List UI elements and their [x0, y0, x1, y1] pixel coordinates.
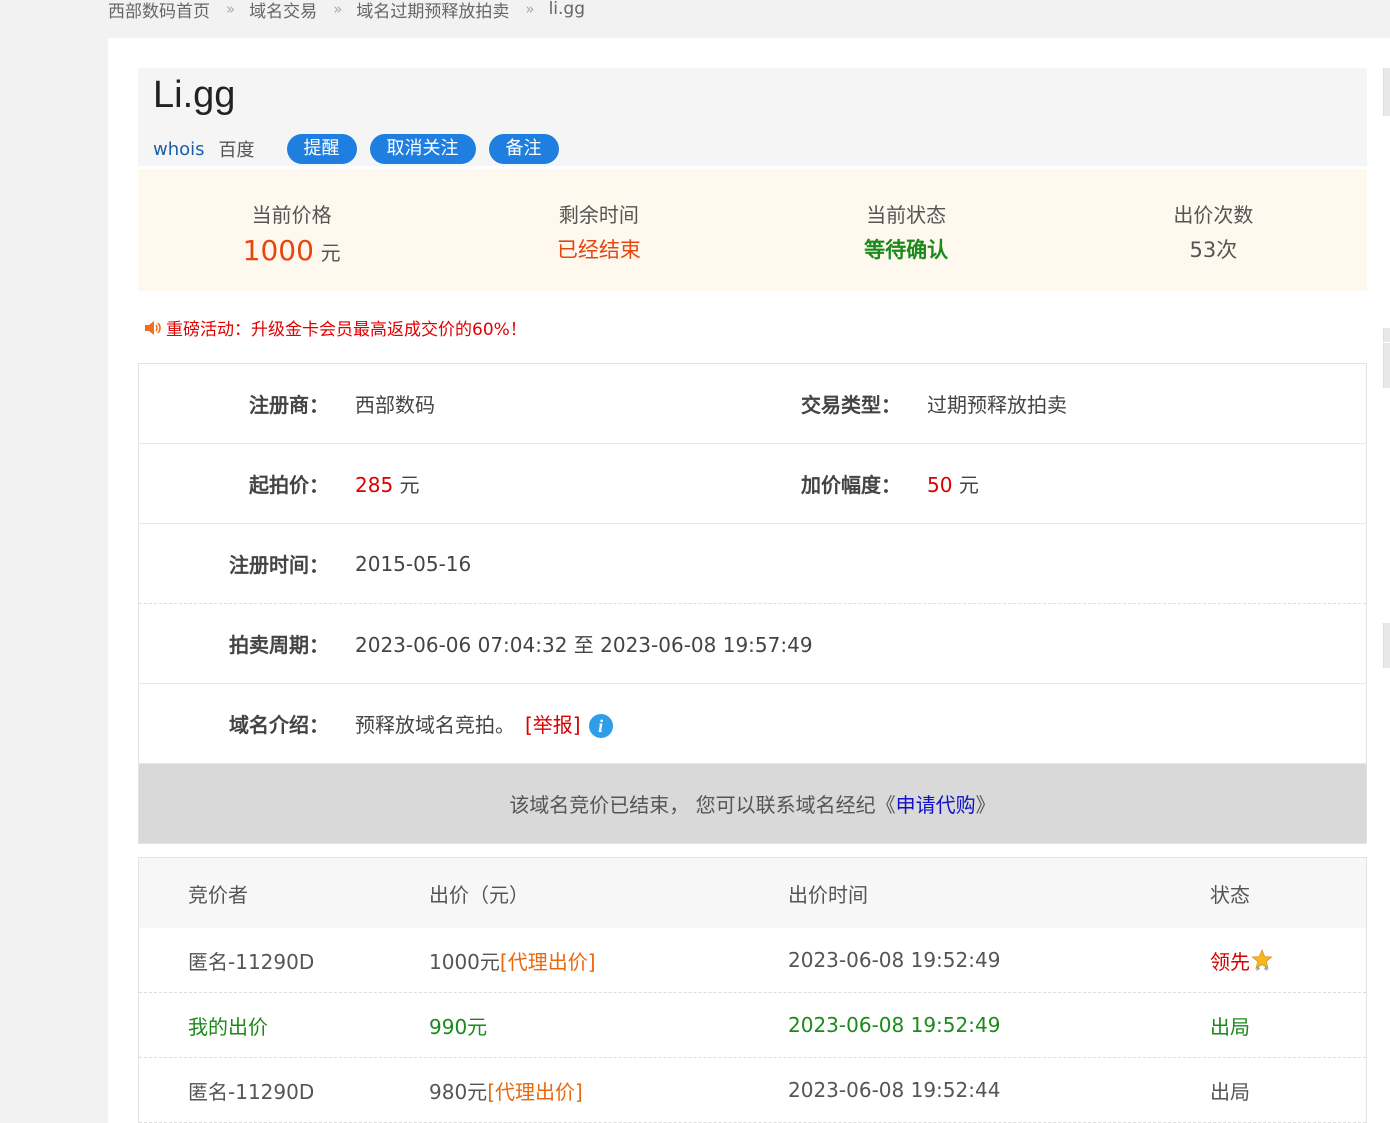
main-panel: Li.gg whois 百度 提醒 取消关注 备注 当前价格 1000 元 剩余…: [108, 38, 1390, 1123]
remaining-time-value: 已经结束: [556, 238, 641, 262]
time-cell: 2023-06-08 19:52:44: [788, 1078, 1001, 1102]
increment-label: 加价幅度：: [801, 473, 901, 497]
amount-cell: 980元: [429, 1079, 488, 1104]
amount-cell: 990元: [429, 1014, 488, 1039]
table-row: 匿名-11290D 980元[代理出价] 2023-06-08 19:52:44…: [139, 1058, 1366, 1123]
remind-button[interactable]: 提醒: [286, 134, 357, 164]
remaining-time-label: 剩余时间: [558, 203, 639, 227]
table-row: 我的出价 990元 2023-06-08 19:52:49 出局: [139, 993, 1366, 1058]
domain-intro-value: 预释放域名竞拍。: [355, 712, 515, 737]
sidebar-edge: [1383, 328, 1390, 342]
trade-type-label: 交易类型：: [801, 393, 901, 417]
sidebar-edge: [1383, 68, 1390, 116]
trade-type-value: 过期预释放拍卖: [927, 393, 1067, 417]
proxy-bid-tag: [代理出价]: [499, 949, 596, 974]
breadcrumb: 西部数码首页 » 域名交易 » 域名过期预释放拍卖 » li.gg: [108, 0, 585, 24]
baidu-link[interactable]: 百度: [219, 136, 255, 162]
auction-stats: 当前价格 1000 元 剩余时间 已经结束 当前状态 等待确认 出价次数 53次: [138, 169, 1367, 291]
bidder-cell: 匿名-11290D: [188, 949, 315, 974]
price-unit: 元: [320, 241, 341, 265]
note-button[interactable]: 备注: [488, 134, 559, 164]
registrar-label: 注册商：: [249, 393, 329, 417]
medal-star-icon: [1251, 949, 1273, 971]
current-status-value: 等待确认: [864, 238, 949, 262]
promo-banner[interactable]: 重磅活动：升级金卡会员最高返成交价的60%！: [143, 315, 527, 340]
info-row-registrar: 注册商： 西部数码 交易类型： 过期预释放拍卖: [139, 364, 1366, 444]
time-cell: 2023-06-08 19:52:49: [788, 948, 1001, 972]
auction-ended-notice: 该域名竞价已结束， 您可以联系域名经纪《 申请代购》: [139, 764, 1366, 844]
info-row-period: 拍卖周期： 2023-06-06 07:04:32 至 2023-06-08 1…: [139, 604, 1366, 684]
breadcrumb-separator: »: [333, 0, 343, 18]
current-price-label: 当前价格: [251, 203, 332, 227]
info-row-price: 起拍价： 285 元 加价幅度： 50 元: [139, 444, 1366, 524]
sidebar-edge: [1383, 623, 1390, 668]
current-status-stat: 当前状态 等待确认: [753, 169, 1060, 291]
bid-history-table: 竞价者 出价（元） 出价时间 状态 匿名-11290D 1000元[代理出价] …: [138, 857, 1367, 1123]
start-price-label: 起拍价：: [249, 473, 329, 497]
domain-header: Li.gg whois 百度 提醒 取消关注 备注: [138, 68, 1367, 166]
bid-count-value: 53次: [1189, 238, 1238, 262]
header-amount: 出价（元）: [429, 882, 529, 907]
domain-info-table: 注册商： 西部数码 交易类型： 过期预释放拍卖 起拍价： 285 元 加价幅度：…: [138, 363, 1367, 844]
status-cell: 领先: [1210, 949, 1250, 974]
start-price-unit: 元: [399, 473, 420, 497]
current-price-stat: 当前价格 1000 元: [138, 169, 445, 291]
promo-text[interactable]: 重磅活动：升级金卡会员最高返成交价的60%！: [166, 315, 527, 340]
speaker-icon: [145, 320, 161, 335]
whois-link[interactable]: whois: [153, 139, 205, 160]
increment-unit: 元: [958, 473, 979, 497]
ended-notice-text: 该域名竞价已结束， 您可以联系域名经纪《: [509, 793, 896, 817]
info-icon[interactable]: i: [588, 714, 613, 739]
bid-count-stat: 出价次数 53次: [1060, 169, 1367, 291]
breadcrumb-domain-trade[interactable]: 域名交易: [249, 0, 317, 22]
ended-notice-suffix: 》: [975, 793, 996, 817]
apply-purchase-link[interactable]: 申请代购: [896, 789, 976, 818]
header-bidder: 竞价者: [188, 882, 248, 907]
reg-time-label: 注册时间：: [229, 553, 329, 577]
info-row-intro: 域名介绍： 预释放域名竞拍。 [举报] i: [139, 684, 1366, 764]
amount-cell: 1000元: [429, 949, 500, 974]
status-cell: 出局: [1210, 1014, 1250, 1039]
breadcrumb-current: li.gg: [548, 0, 585, 19]
breadcrumb-separator: »: [226, 0, 236, 18]
bidder-cell: 我的出价: [188, 1014, 268, 1039]
info-row-reg-time: 注册时间： 2015-05-16: [139, 524, 1366, 604]
domain-actions: whois 百度 提醒 取消关注 备注: [153, 134, 572, 164]
breadcrumb-home[interactable]: 西部数码首页: [108, 0, 210, 22]
increment-value: 50: [927, 473, 953, 497]
remaining-time-stat: 剩余时间 已经结束: [445, 169, 752, 291]
auction-period-label: 拍卖周期：: [229, 633, 329, 657]
start-price-value: 285: [355, 473, 394, 497]
unfollow-button[interactable]: 取消关注: [369, 134, 476, 164]
breadcrumb-separator: »: [525, 0, 535, 18]
time-cell: 2023-06-08 19:52:49: [788, 1013, 1001, 1037]
reg-time-value: 2015-05-16: [355, 551, 472, 576]
auction-period-value: 2023-06-06 07:04:32 至 2023-06-08 19:57:4…: [355, 633, 813, 657]
breadcrumb-expired-auction[interactable]: 域名过期预释放拍卖: [356, 0, 509, 22]
bid-count-label: 出价次数: [1173, 203, 1254, 227]
sidebar-edge: [1383, 343, 1390, 388]
current-price-value: 1000: [242, 234, 314, 267]
current-status-label: 当前状态: [866, 203, 947, 227]
header-time: 出价时间: [788, 882, 868, 907]
domain-title: Li.gg: [153, 74, 236, 116]
registrar-value: 西部数码: [355, 393, 435, 417]
bidder-cell: 匿名-11290D: [188, 1079, 315, 1104]
proxy-bid-tag: [代理出价]: [487, 1079, 583, 1104]
header-status: 状态: [1210, 882, 1250, 907]
bid-table-header: 竞价者 出价（元） 出价时间 状态: [139, 858, 1366, 928]
report-link[interactable]: [举报]: [525, 713, 581, 737]
status-cell: 出局: [1210, 1079, 1250, 1104]
table-row: 匿名-11290D 1000元[代理出价] 2023-06-08 19:52:4…: [139, 928, 1366, 993]
domain-intro-label: 域名介绍：: [229, 713, 329, 737]
